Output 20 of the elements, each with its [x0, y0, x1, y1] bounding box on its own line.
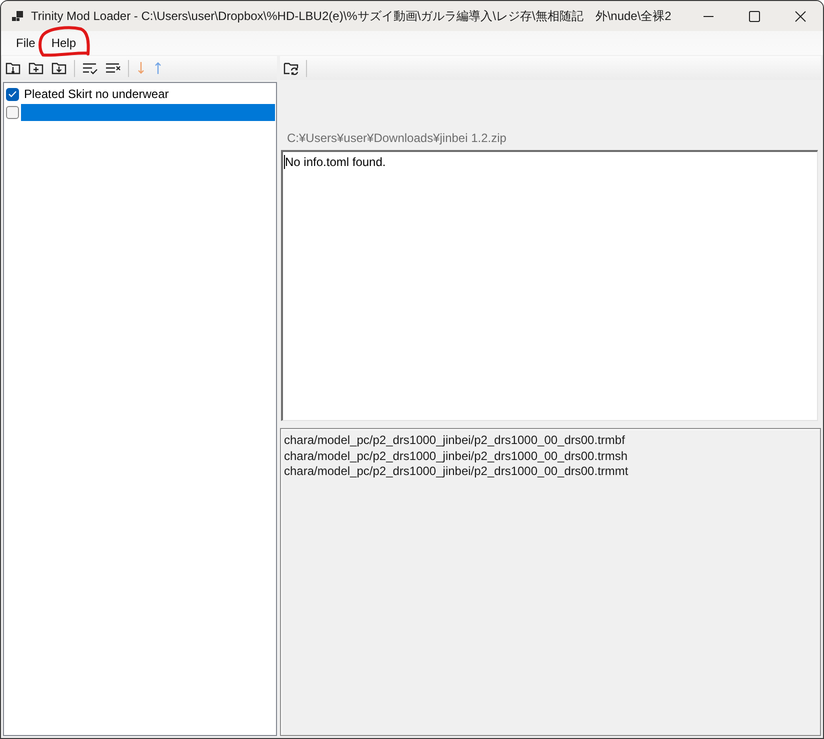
- file-list-item[interactable]: chara/model_pc/p2_drs1000_jinbei/p2_drs1000_00_drs00.trmbf: [284, 433, 625, 448]
- mod-list-item[interactable]: Pleated Skirt no underwear: [21, 86, 275, 102]
- checkbox[interactable]: [6, 88, 19, 100]
- hand-drawn-circle-annotation: [37, 25, 91, 58]
- close-icon: [794, 10, 806, 22]
- file-list-item[interactable]: chara/model_pc/p2_drs1000_jinbei/p2_drs1000_00_drs00.trmsh: [284, 448, 628, 464]
- folder-info-icon[interactable]: [5, 60, 21, 76]
- folder-down-arrow-icon[interactable]: [51, 60, 67, 76]
- folder-add-icon[interactable]: [28, 60, 44, 76]
- folder-refresh-icon[interactable]: [283, 60, 299, 76]
- menu-item[interactable]: File: [9, 33, 42, 53]
- app-icon: [12, 10, 23, 22]
- checkbox[interactable]: [6, 106, 19, 118]
- menu-item[interactable]: Help: [44, 33, 84, 53]
- file-list-item[interactable]: chara/model_pc/p2_drs1000_jinbei/p2_drs1000_00_drs00.trmmt: [284, 464, 628, 480]
- info-text-field[interactable]: No info.toml found.: [281, 150, 818, 421]
- mod-list-item[interactable]: [21, 104, 275, 120]
- file-path-label: C:¥Users¥user¥Downloads¥jinbei 1.2.zip: [287, 131, 506, 146]
- maximize-icon: [748, 10, 760, 22]
- window-title: Trinity Mod Loader - C:\Users\user\Dropbox\%HD-LBU2(e)\%サズイ動画\ガルラ編導入\レジ存\無相随記 外\nude\全裸2: [31, 8, 672, 24]
